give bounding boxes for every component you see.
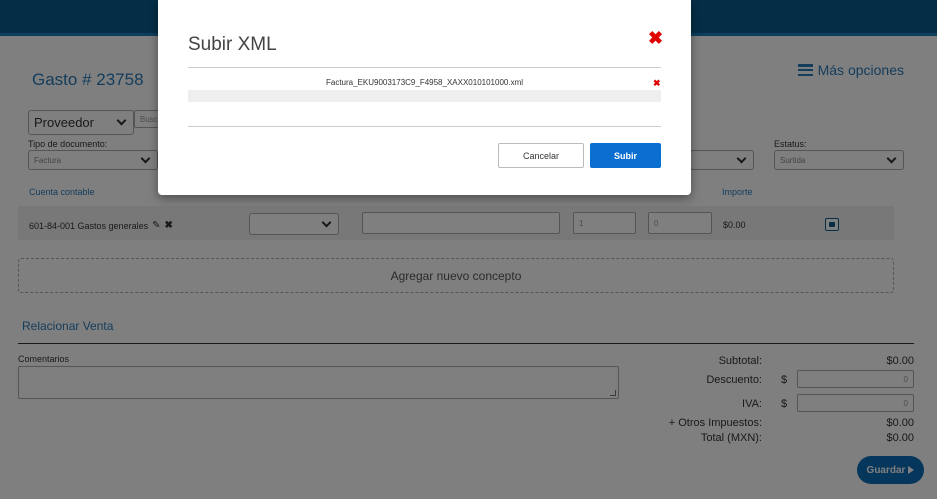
modal-divider-top (188, 67, 661, 68)
modal-title: Subir XML (188, 34, 277, 55)
modal-divider-bottom (188, 126, 661, 127)
cancel-button[interactable]: Cancelar (498, 143, 584, 168)
upload-button[interactable]: Subir (590, 143, 661, 168)
close-icon[interactable]: ✖ (648, 28, 663, 49)
upload-progress-bar (188, 90, 661, 102)
remove-file-icon[interactable]: ✖ (653, 78, 661, 89)
file-name: Factura_EKU9003173C9_F4958_XAXX010101000… (325, 78, 524, 87)
upload-xml-modal: Subir XML ✖ Factura_EKU9003173C9_F4958_X… (158, 0, 691, 195)
